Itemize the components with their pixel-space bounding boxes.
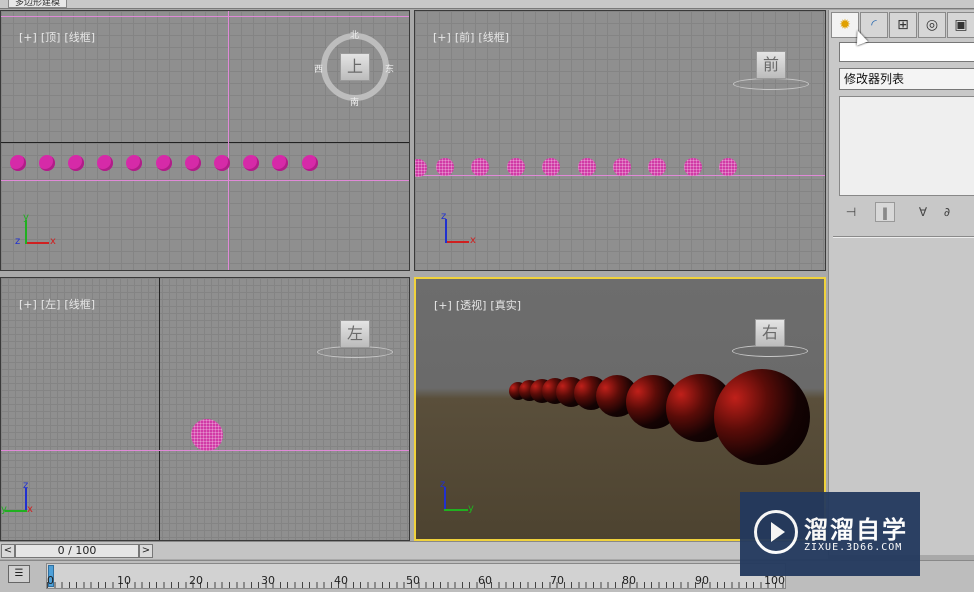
show-end-result-icon[interactable]: ‖ [875, 202, 895, 222]
sphere-object[interactable] [68, 155, 84, 171]
sphere-object[interactable] [648, 158, 666, 176]
watermark-subtitle: ZIXUE.3D66.COM [804, 542, 903, 553]
make-unique-icon[interactable]: ∀ [913, 202, 933, 222]
axis-gizmo-icon: y x z [15, 212, 56, 247]
viewport-left[interactable]: [+] [左] [线框] 左 z y x [0, 277, 410, 541]
tick-label: 40 [334, 574, 348, 587]
panel-separator [833, 236, 974, 238]
display-tab[interactable]: ▣ [947, 12, 974, 38]
selection-line [1, 180, 409, 181]
tick-label: 0 [47, 574, 54, 587]
viewport-plus-menu[interactable]: [+] [434, 299, 452, 312]
viewport-plus-menu[interactable]: [+] [433, 31, 451, 44]
sphere-object[interactable] [714, 369, 810, 465]
modifier-stack[interactable] [839, 96, 974, 196]
sphere-object[interactable] [471, 158, 489, 176]
viewport-label[interactable]: [+] [左] [线框] [5, 283, 99, 325]
time-slider[interactable]: < 0 / 100 > [0, 541, 828, 559]
grid-axis-line [159, 278, 160, 540]
sun-star-icon: ✹ [839, 17, 851, 33]
viewport-label[interactable]: [+] [顶] [线框] [5, 16, 99, 58]
compass-north: 北 [350, 31, 360, 41]
grid-axis-line [1, 16, 409, 17]
viewport-top[interactable]: [+] [顶] [线框] 上 北 南 西 东 y x z [0, 10, 410, 271]
sphere-object[interactable] [507, 158, 525, 176]
grid-axis-line [1, 142, 409, 143]
viewcube[interactable]: 右 [755, 319, 785, 347]
viewcube[interactable]: 上 [340, 53, 370, 81]
viewport-shading-menu[interactable]: [线框] [478, 31, 509, 44]
sphere-object[interactable] [97, 155, 113, 171]
play-logo-icon [754, 510, 798, 554]
viewcube-ring[interactable] [733, 78, 809, 90]
tick-label: 90 [695, 574, 709, 587]
compass-south: 南 [350, 98, 360, 108]
hierarchy-icon: ⊞ [897, 17, 909, 33]
sphere-object[interactable] [126, 155, 142, 171]
tick-label: 50 [406, 574, 420, 587]
tick-label: 60 [478, 574, 492, 587]
viewport-shading-menu[interactable]: [线框] [64, 298, 95, 311]
viewcube[interactable]: 左 [340, 320, 370, 348]
viewport-plus-menu[interactable]: [+] [19, 298, 37, 311]
sphere-object[interactable] [10, 155, 26, 171]
axis-gizmo-icon: z y [440, 479, 474, 514]
tick-label: 20 [189, 574, 203, 587]
sphere-object[interactable] [302, 155, 318, 171]
sphere-object[interactable] [214, 155, 230, 171]
watermark-logo: 溜溜自学 ZIXUE.3D66.COM [740, 492, 920, 576]
viewport-front[interactable]: [+] [前] [线框] 前 z x [414, 10, 826, 271]
sphere-object[interactable] [613, 158, 631, 176]
tick-label: 30 [261, 574, 275, 587]
tick-label: 70 [550, 574, 564, 587]
axis-gizmo-icon: z y x [1, 480, 33, 515]
motion-circle-icon: ◎ [925, 17, 939, 33]
viewport-shading-menu[interactable]: [线框] [64, 31, 95, 44]
object-name-field[interactable] [839, 42, 974, 62]
command-panel: ✹ ◜ ⊞ ◎ ▣ 修改器列表 ⊣ ‖ ∀ ∂ [828, 10, 974, 555]
sphere-object[interactable] [436, 158, 454, 176]
sphere-object[interactable] [578, 158, 596, 176]
viewport-label[interactable]: [+] [透视] [真实] [420, 284, 525, 326]
sphere-object[interactable] [272, 155, 288, 171]
document-tab[interactable]: 多边形建模 [8, 0, 68, 8]
viewport-plus-menu[interactable]: [+] [19, 31, 37, 44]
viewport-view-menu[interactable]: [左] [41, 298, 61, 311]
axis-gizmo-icon: z x [441, 211, 476, 246]
sphere-object[interactable] [39, 155, 55, 171]
watermark-title: 溜溜自学 [804, 516, 908, 544]
sphere-object[interactable] [156, 155, 172, 171]
viewcube[interactable]: 前 [756, 51, 786, 79]
time-slider-next-button[interactable]: > [139, 544, 153, 558]
bend-arc-icon: ◜ [871, 17, 877, 33]
pin-stack-icon[interactable]: ⊣ [841, 202, 861, 222]
viewport-view-menu[interactable]: [前] [455, 31, 475, 44]
grid-axis-line [228, 11, 229, 270]
compass-east: 东 [385, 65, 395, 75]
hierarchy-tab[interactable]: ⊞ [889, 12, 917, 38]
sphere-object[interactable] [684, 158, 702, 176]
sphere-object[interactable] [191, 419, 223, 451]
mini-curve-editor-icon[interactable]: ☰ [8, 565, 30, 583]
display-monitor-icon: ▣ [954, 17, 968, 33]
tick-label: 10 [117, 574, 131, 587]
sphere-object[interactable] [185, 155, 201, 171]
motion-tab[interactable]: ◎ [918, 12, 946, 38]
time-slider-thumb[interactable]: 0 / 100 [15, 544, 139, 558]
viewport-label[interactable]: [+] [前] [线框] [419, 16, 513, 58]
viewport-shading-menu[interactable]: [真实] [490, 299, 521, 312]
document-tab-strip [0, 0, 974, 9]
time-slider-prev-button[interactable]: < [1, 544, 15, 558]
sphere-object[interactable] [243, 155, 259, 171]
compass-west: 西 [314, 65, 324, 75]
sphere-object[interactable] [719, 158, 737, 176]
modifier-list-dropdown[interactable]: 修改器列表 [839, 68, 974, 90]
sphere-object[interactable] [542, 158, 560, 176]
tick-label: 80 [622, 574, 636, 587]
remove-modifier-icon[interactable]: ∂ [937, 202, 957, 222]
viewport-view-menu[interactable]: [顶] [41, 31, 61, 44]
viewport-view-menu[interactable]: [透视] [456, 299, 487, 312]
